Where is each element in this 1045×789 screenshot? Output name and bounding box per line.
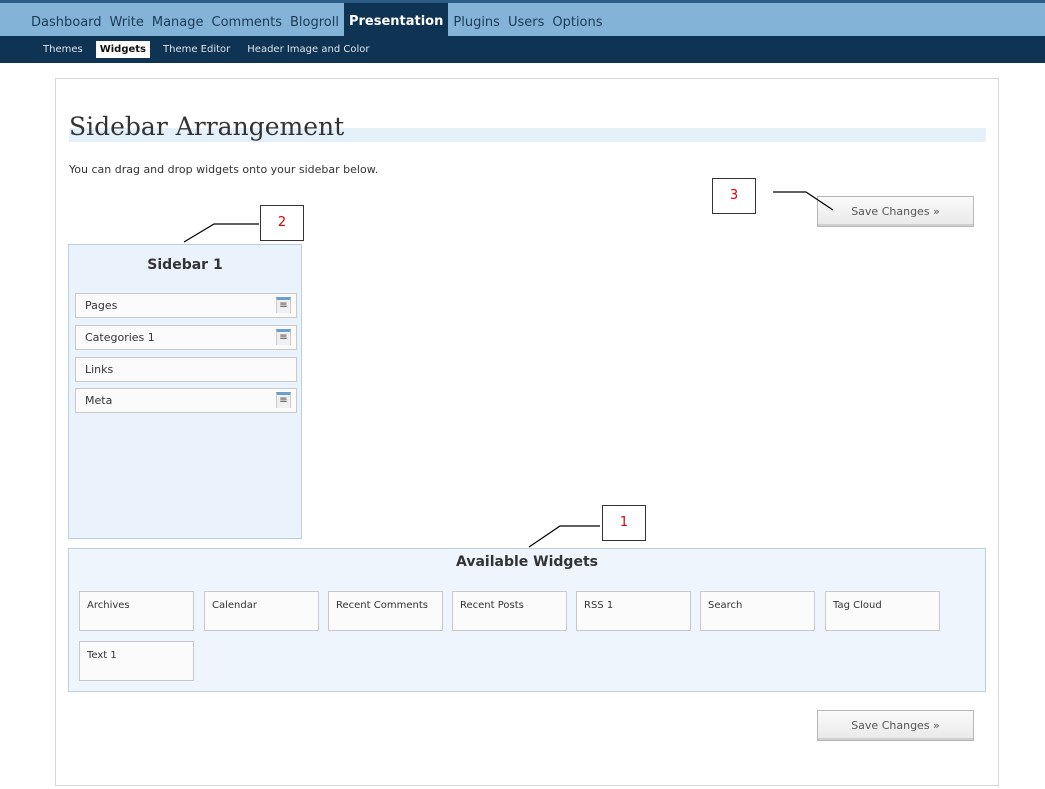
callout-1-line: [528, 525, 600, 548]
callout-2-line: [183, 223, 259, 243]
callout-lines: [183, 191, 834, 548]
callout-3: 3: [712, 178, 756, 214]
callout-3-line: [773, 191, 834, 211]
callout-2: 2: [260, 205, 304, 241]
callout-1: 1: [602, 505, 646, 541]
